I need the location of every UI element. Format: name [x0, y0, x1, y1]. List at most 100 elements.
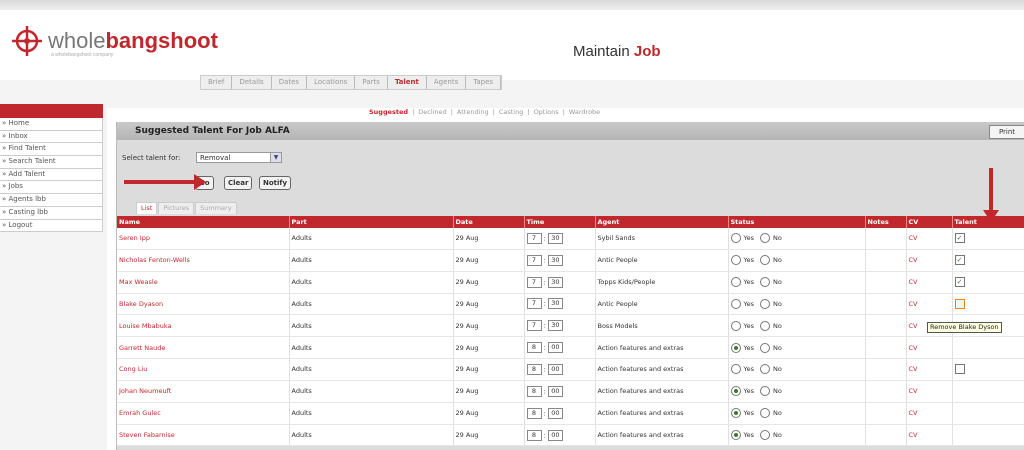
status-no-radio[interactable] [760, 342, 770, 353]
status-yes-radio[interactable] [730, 386, 741, 397]
status-yes-radio[interactable] [730, 320, 741, 331]
hour-input[interactable]: 8 [526, 342, 542, 354]
sidebar-item-jobs[interactable]: » Jobs [0, 181, 103, 195]
status-yes-radio[interactable] [730, 277, 741, 288]
cv-link[interactable]: CV [906, 402, 953, 425]
hour-input[interactable]: 8 [526, 429, 542, 441]
tab-details[interactable]: Details [232, 76, 272, 89]
hour-input[interactable]: 8 [526, 363, 542, 375]
logo[interactable]: wholebangshoot a wholebangshoot company [10, 24, 218, 58]
talent-name-link[interactable]: Nicholas Fenton-Wells [117, 249, 290, 272]
sidebar-item-addtalent[interactable]: » Add Talent [0, 168, 103, 182]
hour-input[interactable]: 7 [526, 320, 542, 332]
tab-parts[interactable]: Parts [355, 76, 388, 89]
talent-name-link[interactable]: Emrah Gulec [117, 402, 290, 425]
column-header-cv[interactable]: CV [906, 216, 953, 228]
talent-name-link[interactable]: Johan Neumeuft [117, 380, 290, 403]
talent-checkbox[interactable] [954, 364, 965, 375]
subtab-options[interactable]: Options [531, 107, 562, 118]
talent-checkbox[interactable] [954, 298, 965, 309]
minute-input[interactable]: 30 [547, 298, 563, 310]
talent-name-link[interactable]: Blake Dyason [117, 293, 290, 316]
status-no-radio[interactable] [760, 364, 770, 375]
minute-input[interactable]: 00 [547, 429, 563, 441]
clear-button[interactable]: Clear [224, 176, 253, 190]
cv-link[interactable]: CV [906, 380, 953, 403]
status-no-radio[interactable] [760, 408, 770, 419]
tab-talent[interactable]: Talent [388, 76, 427, 89]
cv-link[interactable]: CV [906, 336, 953, 360]
notify-button[interactable]: Notify [259, 176, 292, 190]
tab-brief[interactable]: Brief [201, 76, 233, 89]
cv-link[interactable]: CV [906, 228, 953, 250]
status-no-radio[interactable] [760, 386, 770, 397]
view-tab-pictures[interactable]: Pictures [158, 202, 195, 214]
status-no-radio[interactable] [760, 255, 770, 266]
status-no-radio[interactable] [760, 320, 770, 331]
sidebar-item-findtalent[interactable]: » Find Talent [0, 143, 103, 157]
status-yes-radio[interactable] [730, 233, 741, 244]
status-no-radio[interactable] [760, 430, 770, 441]
subtab-declined[interactable]: Declined [415, 107, 449, 118]
status-yes-radio[interactable] [730, 342, 741, 353]
minute-input[interactable]: 00 [547, 407, 563, 419]
status-no-radio[interactable] [760, 277, 770, 288]
hour-input[interactable]: 8 [526, 407, 542, 419]
sidebar-item-searchtalent[interactable]: » Search Talent [0, 156, 103, 169]
minute-input[interactable]: 30 [547, 276, 563, 288]
tab-locations[interactable]: Locations [307, 76, 356, 89]
status-yes-radio[interactable] [730, 364, 741, 375]
tab-agents[interactable]: Agents [427, 76, 467, 89]
column-header-time[interactable]: Time [524, 216, 596, 228]
column-header-part[interactable]: Part [289, 216, 454, 228]
hour-input[interactable]: 7 [526, 254, 542, 266]
select-talent-dropdown[interactable]: Removal ▼ [196, 152, 282, 163]
subtab-attending[interactable]: Attending [454, 107, 492, 118]
talent-name-link[interactable]: Garrett Naude [117, 336, 290, 360]
minute-input[interactable]: 00 [547, 342, 563, 354]
cv-link[interactable]: CV [906, 271, 953, 294]
status-yes-radio[interactable] [730, 408, 741, 419]
view-tab-summary[interactable]: Summary [195, 202, 237, 214]
cv-link[interactable]: CV [906, 249, 953, 272]
status-yes-radio[interactable] [730, 430, 741, 441]
talent-name-link[interactable]: Louise Mbabuka [117, 314, 290, 338]
talent-checkbox[interactable]: ✓ [954, 233, 965, 244]
sidebar-item-agentslbb[interactable]: » Agents lbb [0, 194, 103, 207]
view-tab-list[interactable]: List [136, 202, 158, 214]
subtab-wardrobe[interactable]: Wardrobe [566, 107, 603, 118]
talent-name-link[interactable]: Steven Fabarnise [117, 424, 290, 447]
status-no-radio[interactable] [760, 233, 770, 244]
talent-checkbox[interactable]: ✓ [954, 277, 965, 288]
talent-checkbox[interactable]: ✓ [954, 255, 965, 266]
chevron-down-icon[interactable]: ▼ [270, 153, 281, 162]
sidebar-item-logout[interactable]: » Logout [0, 219, 103, 233]
subtab-casting[interactable]: Casting [496, 107, 527, 118]
minute-input[interactable]: 30 [547, 320, 563, 332]
sidebar-item-inbox[interactable]: » Inbox [0, 130, 103, 144]
minute-input[interactable]: 30 [547, 254, 563, 266]
print-button[interactable]: Print [989, 125, 1024, 139]
tab-tapes[interactable]: Tapes [466, 76, 502, 89]
hour-input[interactable]: 7 [526, 298, 542, 310]
hour-input[interactable]: 7 [526, 232, 542, 244]
talent-name-link[interactable]: Cong Liu [117, 358, 290, 381]
column-header-notes[interactable]: Notes [865, 216, 907, 228]
column-header-date[interactable]: Date [453, 216, 525, 228]
minute-input[interactable]: 00 [547, 385, 563, 397]
cv-link[interactable]: CV [906, 358, 953, 381]
hour-input[interactable]: 8 [526, 385, 542, 397]
column-header-status[interactable]: Status [728, 216, 866, 228]
status-yes-radio[interactable] [730, 255, 741, 266]
cv-link[interactable]: CV [906, 424, 953, 447]
sidebar-item-castinglbb[interactable]: » Casting lbb [0, 206, 103, 220]
minute-input[interactable]: 00 [547, 363, 563, 375]
hour-input[interactable]: 7 [526, 276, 542, 288]
column-header-name[interactable]: Name [117, 216, 290, 228]
cv-link[interactable]: CV [906, 293, 953, 316]
status-yes-radio[interactable] [730, 298, 741, 309]
tab-dates[interactable]: Dates [272, 76, 308, 89]
status-no-radio[interactable] [760, 298, 770, 309]
talent-name-link[interactable]: Seren Ipp [117, 228, 290, 250]
sidebar-item-home[interactable]: » Home [0, 118, 103, 131]
